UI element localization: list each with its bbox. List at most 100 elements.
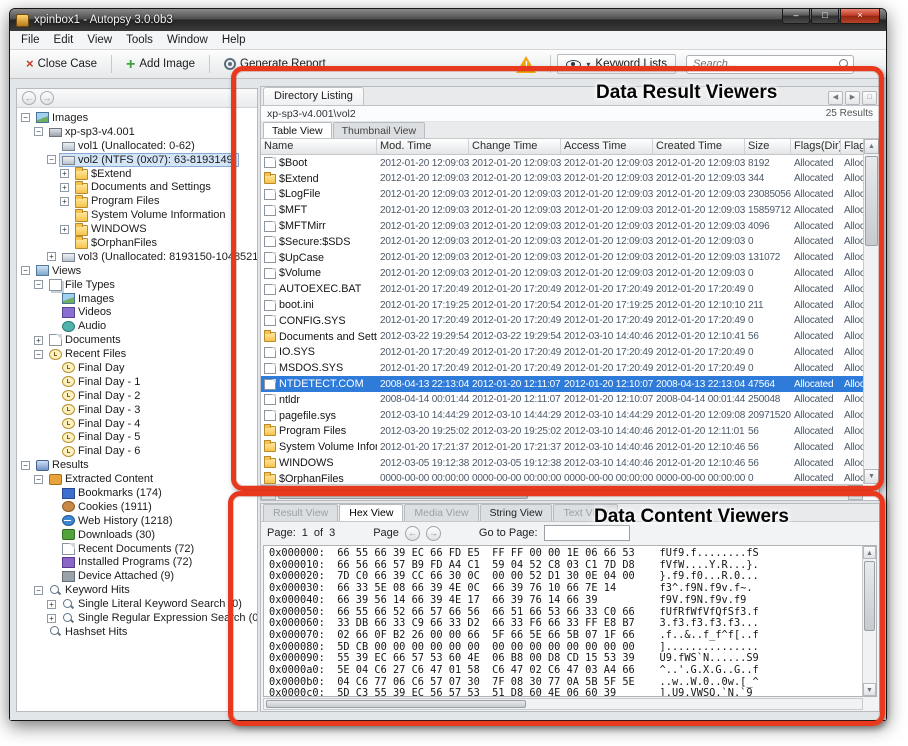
table-row-pagefile-sys[interactable]: pagefile.sys2012-03-10 14:44:292012-03-1… bbox=[261, 408, 863, 424]
tree-item-hashset-hits[interactable]: Hashset Hits bbox=[17, 625, 257, 639]
maximize-button[interactable]: □ bbox=[811, 9, 839, 24]
next-page-button[interactable]: → bbox=[426, 526, 441, 541]
minimize-button[interactable]: – bbox=[782, 9, 810, 24]
expand-icon[interactable]: + bbox=[47, 252, 56, 261]
column-header-access-time[interactable]: Access Time bbox=[561, 139, 653, 154]
tree-item-final-day-5[interactable]: Final Day - 5 bbox=[17, 430, 257, 444]
back-button[interactable]: ← bbox=[22, 91, 36, 105]
table-row-ntdetect-com[interactable]: NTDETECT.COM2008-04-13 22:13:042012-01-2… bbox=[261, 376, 863, 392]
column-header-created-time[interactable]: Created Time bbox=[653, 139, 745, 154]
scroll-down-icon[interactable]: ▼ bbox=[863, 683, 876, 696]
tree-item-xp-sp3-v4-001[interactable]: −xp-sp3-v4.001 bbox=[17, 125, 257, 139]
hex-vertical-scrollbar[interactable]: ▲ ▼ bbox=[862, 546, 876, 696]
tab-scroll-left-button[interactable]: ◀ bbox=[828, 91, 843, 105]
tree-item-final-day-4[interactable]: Final Day - 4 bbox=[17, 417, 257, 431]
tree-item-bookmarks-174[interactable]: Bookmarks (174) bbox=[17, 486, 257, 500]
column-header-flags-dir[interactable]: Flags(Dir) bbox=[791, 139, 841, 154]
menu-help[interactable]: Help bbox=[215, 32, 253, 48]
table-row-logfile[interactable]: $LogFile2012-01-20 12:09:032012-01-20 12… bbox=[261, 187, 863, 203]
tree-item-cookies-1911[interactable]: Cookies (1911) bbox=[17, 500, 257, 514]
tree-item-windows[interactable]: +WINDOWS bbox=[17, 222, 257, 236]
expand-icon[interactable]: + bbox=[34, 336, 43, 345]
tab-scroll-right-button[interactable]: ▶ bbox=[845, 91, 860, 105]
hex-horizontal-scrollbar[interactable] bbox=[263, 698, 863, 710]
goto-page-input[interactable] bbox=[544, 525, 630, 541]
generate-report-button[interactable]: Generate Report bbox=[216, 55, 334, 73]
table-row-config-sys[interactable]: CONFIG.SYS2012-01-20 17:20:492012-01-20 … bbox=[261, 313, 863, 329]
column-header-size[interactable]: Size bbox=[745, 139, 791, 154]
table-row-extend[interactable]: $Extend2012-01-20 12:09:032012-01-20 12:… bbox=[261, 171, 863, 187]
collapse-icon[interactable]: − bbox=[34, 586, 43, 595]
tab-directory-listing[interactable]: Directory Listing bbox=[263, 87, 364, 105]
tree-item-single-regular-expression-search-0[interactable]: +Single Regular Expression Search (0) bbox=[17, 611, 257, 625]
table-row-volume[interactable]: $Volume2012-01-20 12:09:032012-01-20 12:… bbox=[261, 266, 863, 282]
table-row-mft[interactable]: $MFT2012-01-20 12:09:032012-01-20 12:09:… bbox=[261, 202, 863, 218]
tab-hex-view[interactable]: Hex View bbox=[339, 504, 403, 521]
column-header-flags-meta[interactable]: Flags(Meta) bbox=[841, 139, 863, 154]
tree-item-final-day-3[interactable]: Final Day - 3 bbox=[17, 403, 257, 417]
table-row-autoexec-bat[interactable]: AUTOEXEC.BAT2012-01-20 17:20:492012-01-2… bbox=[261, 281, 863, 297]
tree-item-file-types[interactable]: −File Types bbox=[17, 278, 257, 292]
tree-item-documents-and-settings[interactable]: +Documents and Settings bbox=[17, 180, 257, 194]
menu-window[interactable]: Window bbox=[160, 32, 215, 48]
scroll-left-icon[interactable]: ◀ bbox=[261, 485, 276, 500]
tree-item-single-literal-keyword-search-0[interactable]: +Single Literal Keyword Search (0) bbox=[17, 597, 257, 611]
scroll-right-icon[interactable]: ▶ bbox=[848, 485, 863, 500]
collapse-icon[interactable]: − bbox=[47, 155, 56, 164]
tree-item-final-day-6[interactable]: Final Day - 6 bbox=[17, 444, 257, 458]
tree-item-videos[interactable]: Videos bbox=[17, 305, 257, 319]
table-row-mftmirr[interactable]: $MFTMirr2012-01-20 12:09:032012-01-20 12… bbox=[261, 218, 863, 234]
tree-item-extracted-content[interactable]: −Extracted Content bbox=[17, 472, 257, 486]
tab-table-view[interactable]: Table View bbox=[263, 122, 332, 138]
table-horizontal-scrollbar[interactable]: ◀ ▶ bbox=[261, 484, 863, 500]
tree-item-downloads-30[interactable]: Downloads (30) bbox=[17, 528, 257, 542]
collapse-icon[interactable]: − bbox=[21, 113, 30, 122]
menu-view[interactable]: View bbox=[80, 32, 119, 48]
menu-tools[interactable]: Tools bbox=[119, 32, 160, 48]
tree-item-final-day[interactable]: Final Day bbox=[17, 361, 257, 375]
tree-item-web-history-1218[interactable]: Web History (1218) bbox=[17, 514, 257, 528]
tree-item-vol1-unallocated-0-62[interactable]: vol1 (Unallocated: 0-62) bbox=[17, 139, 257, 153]
collapse-icon[interactable]: − bbox=[34, 127, 43, 136]
titlebar[interactable]: xpinbox1 - Autopsy 3.0.0b3 – □ × bbox=[10, 9, 886, 31]
tree-item-orphanfiles[interactable]: $OrphanFiles bbox=[17, 236, 257, 250]
collapse-icon[interactable]: − bbox=[34, 280, 43, 289]
panel-maximize-button[interactable]: □ bbox=[862, 91, 877, 105]
scroll-up-icon[interactable]: ▲ bbox=[864, 139, 879, 154]
close-case-button[interactable]: × Close Case bbox=[18, 55, 105, 73]
table-row-msdos-sys[interactable]: MSDOS.SYS2012-01-20 17:20:492012-01-20 1… bbox=[261, 360, 863, 376]
expand-icon[interactable]: + bbox=[47, 600, 56, 609]
tree-item-keyword-hits[interactable]: −Keyword Hits bbox=[17, 583, 257, 597]
tree-item-recent-files[interactable]: −Recent Files bbox=[17, 347, 257, 361]
tree-item-vol2-ntfs-0x07-63-8193149[interactable]: −vol2 (NTFS (0x07): 63-8193149) bbox=[17, 153, 257, 167]
table-row-program-files[interactable]: Program Files2012-03-20 19:25:022012-03-… bbox=[261, 424, 863, 440]
collapse-icon[interactable]: − bbox=[21, 266, 30, 275]
expand-icon[interactable]: + bbox=[60, 225, 69, 234]
expand-icon[interactable]: + bbox=[60, 169, 69, 178]
tree-item-images[interactable]: −Images bbox=[17, 111, 257, 125]
table-row-secure-sds[interactable]: $Secure:$SDS2012-01-20 12:09:032012-01-2… bbox=[261, 234, 863, 250]
column-header-name[interactable]: Name bbox=[261, 139, 377, 154]
collapse-icon[interactable]: − bbox=[34, 350, 43, 359]
column-header-change-time[interactable]: Change Time bbox=[469, 139, 561, 154]
table-row-io-sys[interactable]: IO.SYS2012-01-20 17:20:492012-01-20 17:2… bbox=[261, 345, 863, 361]
add-image-button[interactable]: + Add Image bbox=[118, 55, 203, 74]
tree-item-device-attached-9[interactable]: Device Attached (9) bbox=[17, 569, 257, 583]
collapse-icon[interactable]: − bbox=[21, 461, 30, 470]
close-button[interactable]: × bbox=[840, 9, 880, 24]
search-input[interactable] bbox=[687, 56, 853, 73]
keyword-lists-button[interactable]: ▾ Keyword Lists bbox=[557, 54, 676, 74]
tree-item-results[interactable]: −Results bbox=[17, 458, 257, 472]
scroll-thumb[interactable] bbox=[865, 156, 878, 246]
tree-item-extend[interactable]: +$Extend bbox=[17, 167, 257, 181]
previous-page-button[interactable]: ← bbox=[405, 526, 420, 541]
table-row-boot[interactable]: $Boot2012-01-20 12:09:032012-01-20 12:09… bbox=[261, 155, 863, 171]
scroll-thumb[interactable] bbox=[864, 561, 875, 631]
collapse-icon[interactable]: − bbox=[34, 475, 43, 484]
tree-item-program-files[interactable]: +Program Files bbox=[17, 194, 257, 208]
tree-item-documents[interactable]: +Documents bbox=[17, 333, 257, 347]
tree-item-images[interactable]: Images bbox=[17, 292, 257, 306]
tree-item-vol3-unallocated-8193150-10485215[interactable]: +vol3 (Unallocated: 8193150-10485215) bbox=[17, 250, 257, 264]
expand-icon[interactable]: + bbox=[60, 183, 69, 192]
column-header-mod-time[interactable]: Mod. Time bbox=[377, 139, 469, 154]
